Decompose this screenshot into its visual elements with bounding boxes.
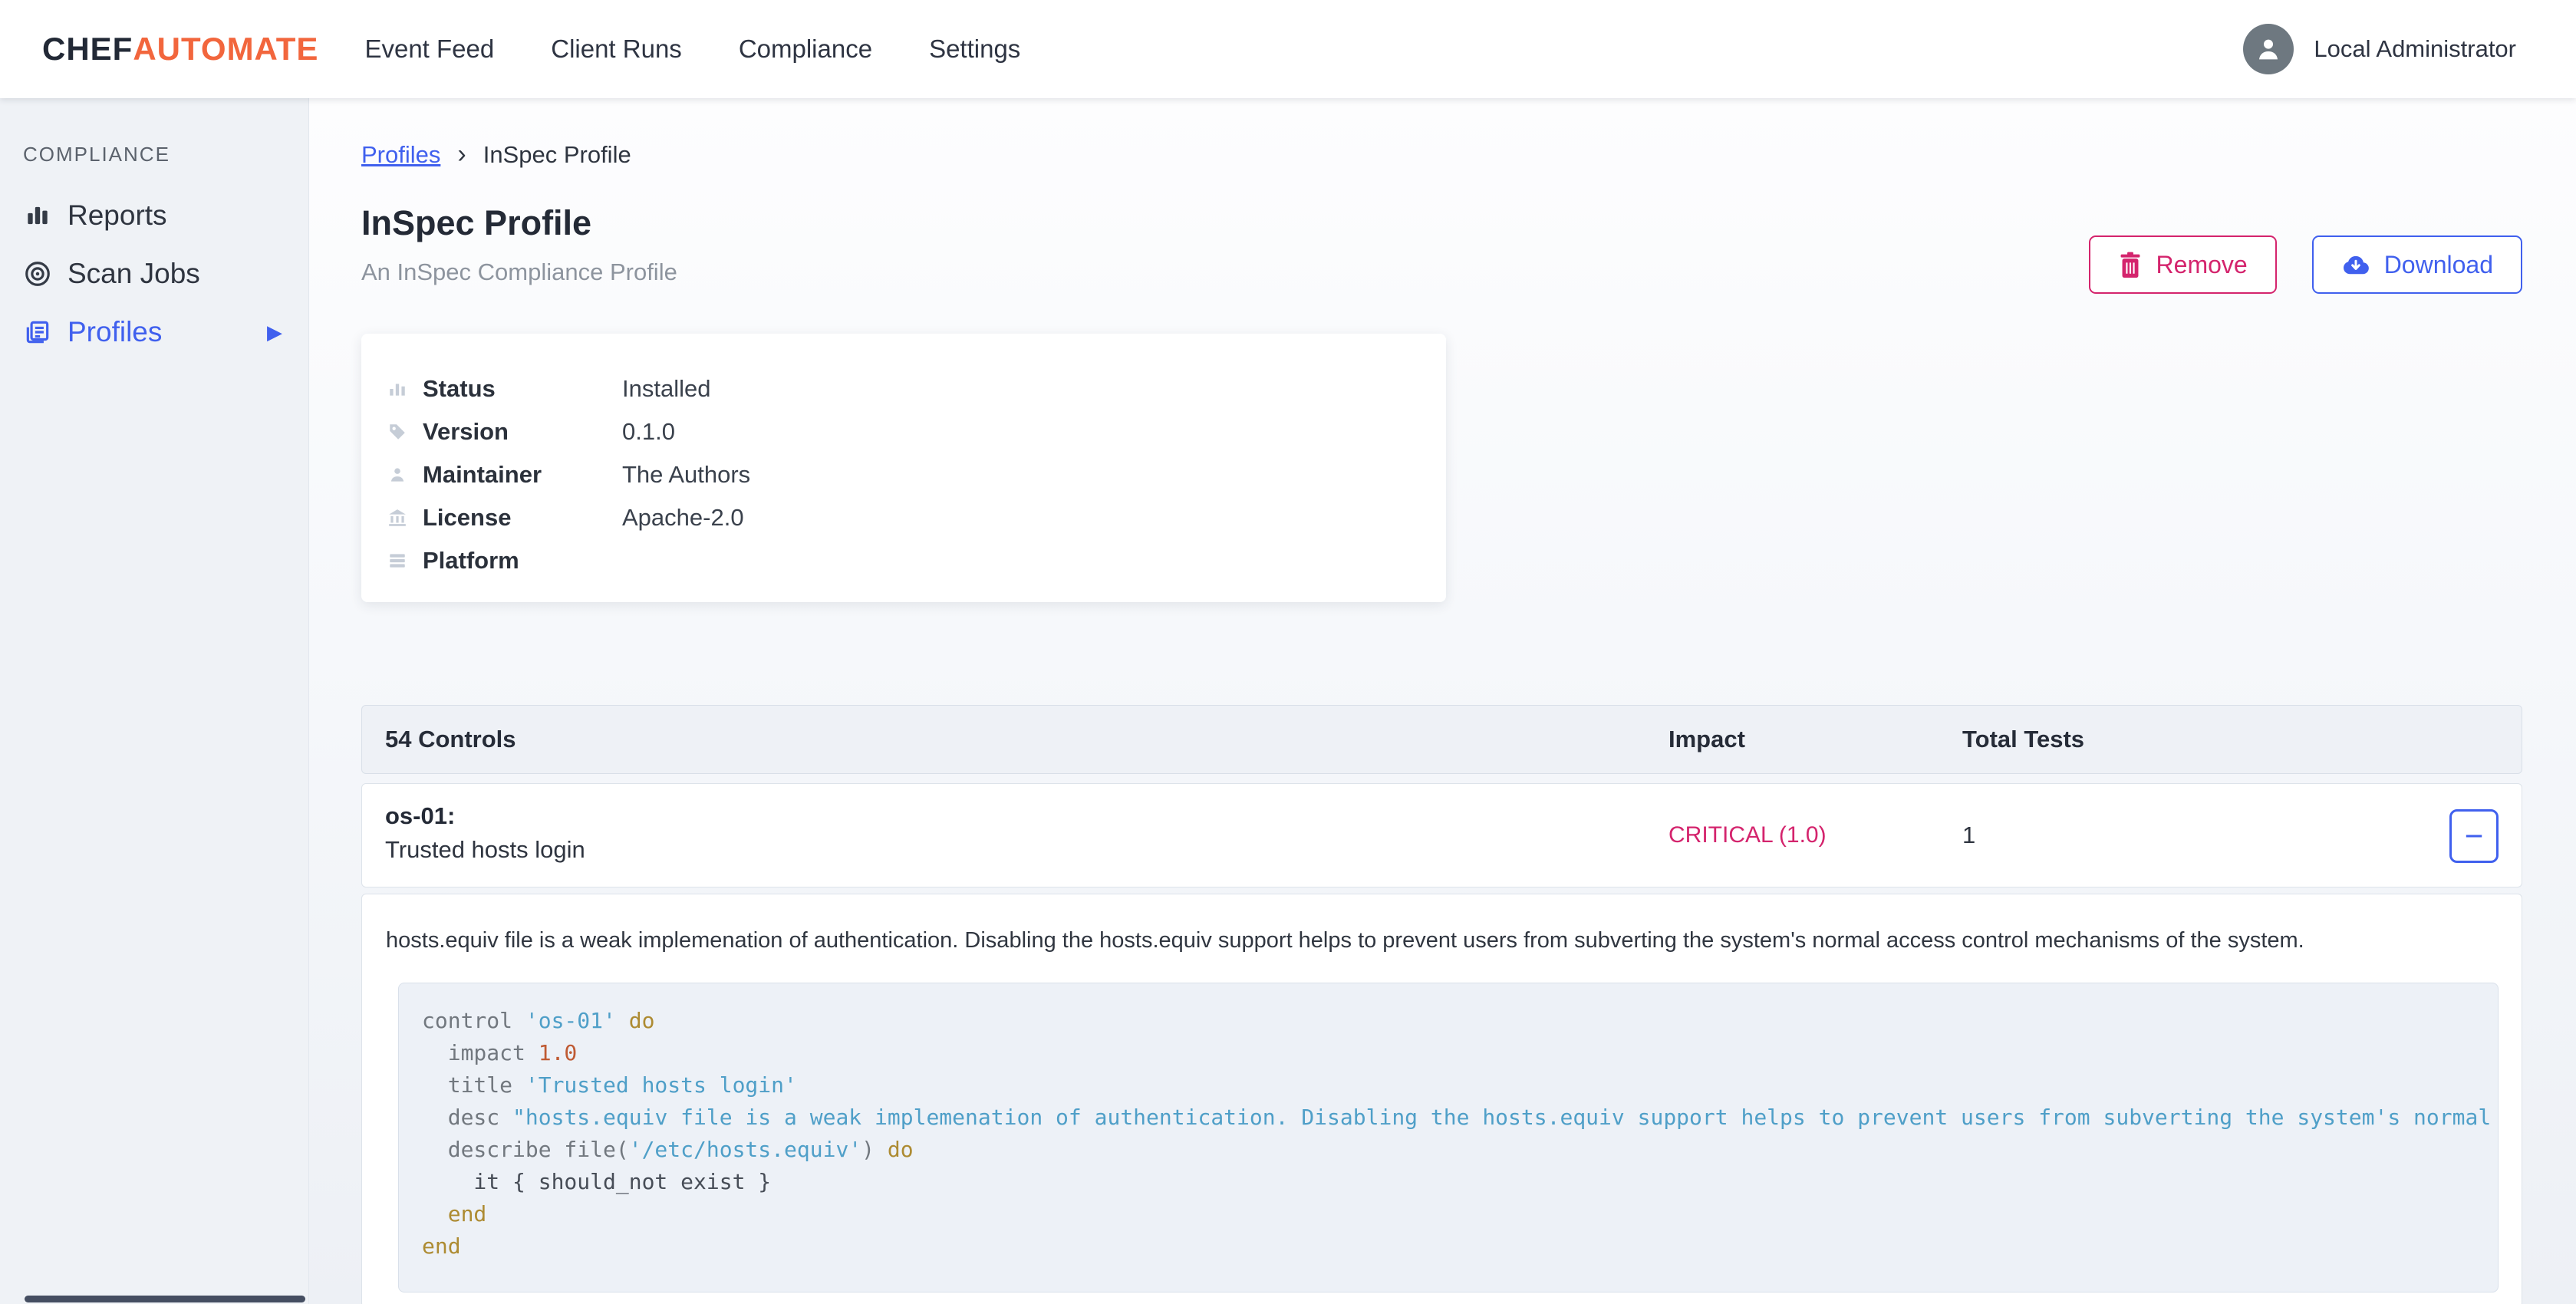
detail-label: License [423, 504, 622, 532]
control-impact-badge: CRITICAL (1.0) [1668, 822, 1827, 848]
sidebar-item-label: Profiles [68, 316, 162, 348]
detail-label: Status [423, 375, 622, 403]
minus-icon: − [2465, 818, 2484, 855]
detail-value: The Authors [622, 461, 750, 489]
bar-chart-icon [23, 201, 52, 230]
control-row-os-01[interactable]: os-01: Trusted hosts login CRITICAL (1.0… [361, 783, 2522, 887]
collapse-row-button[interactable]: − [2449, 809, 2499, 863]
sidebar-scrollbar-thumb[interactable] [25, 1296, 305, 1302]
detail-row-license: License Apache-2.0 [386, 496, 1446, 539]
nav-settings[interactable]: Settings [927, 24, 1022, 74]
code-line: end [422, 1230, 2498, 1263]
control-id: os-01: [385, 802, 455, 830]
user-avatar-icon [2243, 24, 2294, 74]
logo-chef-text: CHEF [42, 31, 133, 67]
cloud-download-icon [2341, 253, 2370, 276]
detail-value: Installed [622, 375, 710, 403]
detail-label: Version [423, 418, 622, 446]
code-line: desc "hosts.equiv file is a weak impleme… [422, 1101, 2498, 1134]
code-line: describe file('/etc/hosts.equiv') do [422, 1134, 2498, 1166]
breadcrumb-profiles-link[interactable]: Profiles [361, 141, 440, 169]
sidebar-item-profiles[interactable]: Profiles ▶ [0, 303, 308, 361]
nav-compliance[interactable]: Compliance [737, 24, 874, 74]
detail-row-status: Status Installed [386, 367, 1446, 410]
breadcrumb-current: InSpec Profile [483, 141, 631, 169]
top-navigation-bar: CHEFAUTOMATE Event Feed Client Runs Comp… [0, 0, 2576, 98]
code-line: end [422, 1198, 2498, 1230]
controls-section: 54 Controls Impact Total Tests os-01: Tr… [361, 705, 2522, 1304]
control-total-tests: 1 [1962, 822, 1975, 849]
sidebar-item-scan-jobs[interactable]: Scan Jobs [0, 245, 308, 303]
submenu-arrow-icon[interactable]: ▶ [267, 321, 282, 344]
detail-row-version: Version 0.1.0 [386, 410, 1446, 453]
documents-icon [23, 318, 52, 347]
control-source-code[interactable]: control 'os-01' do impact 1.0 title 'Tru… [398, 983, 2499, 1292]
tag-icon [386, 422, 409, 442]
profile-detail-card: Status Installed Version 0.1.0 Maintaine… [361, 334, 1446, 602]
server-list-icon [386, 551, 409, 571]
detail-row-platform: Platform [386, 539, 1446, 582]
status-bars-icon [386, 379, 409, 399]
sidebar-item-reports[interactable]: Reports [0, 186, 308, 245]
breadcrumb: Profiles › InSpec Profile [361, 140, 2522, 170]
download-button-label: Download [2384, 251, 2493, 279]
nav-event-feed[interactable]: Event Feed [363, 24, 496, 74]
download-button[interactable]: Download [2312, 235, 2522, 294]
sidebar-item-label: Reports [68, 199, 167, 232]
remove-button[interactable]: Remove [2089, 235, 2277, 294]
code-line: impact 1.0 [422, 1037, 2498, 1069]
user-menu[interactable]: Local Administrator [2243, 24, 2516, 74]
user-name: Local Administrator [2314, 35, 2516, 63]
total-tests-column-header: Total Tests [1962, 726, 2084, 753]
detail-value: 0.1.0 [622, 418, 675, 446]
detail-row-maintainer: Maintainer The Authors [386, 453, 1446, 496]
sidebar-item-label: Scan Jobs [68, 258, 200, 290]
code-line: control 'os-01' do [422, 1005, 2498, 1037]
remove-button-label: Remove [2156, 251, 2248, 279]
bank-icon [386, 508, 409, 528]
nav-client-runs[interactable]: Client Runs [549, 24, 684, 74]
detail-value: Apache-2.0 [622, 504, 744, 532]
control-description: hosts.equiv file is a weak implemenation… [386, 928, 2522, 953]
trash-icon [2118, 252, 2143, 278]
radar-icon [23, 259, 52, 288]
impact-column-header: Impact [1668, 726, 1745, 753]
detail-label: Maintainer [423, 461, 622, 489]
top-nav-links: Event Feed Client Runs Compliance Settin… [363, 24, 1022, 74]
person-icon [386, 465, 409, 485]
main-content: Profiles › InSpec Profile InSpec Profile… [309, 98, 2576, 1304]
controls-count-header: 54 Controls [385, 726, 516, 753]
sidebar-section-label: COMPLIANCE [23, 143, 308, 166]
code-line: title 'Trusted hosts login' [422, 1069, 2498, 1101]
code-line: it { should_not exist } [422, 1166, 2498, 1198]
compliance-sidebar: COMPLIANCE Reports Scan Jobs Profiles ▶ [0, 98, 309, 1304]
control-expanded-detail: hosts.equiv file is a weak implemenation… [361, 894, 2522, 1304]
detail-label: Platform [423, 547, 622, 575]
chef-automate-logo[interactable]: CHEFAUTOMATE [42, 31, 318, 68]
breadcrumb-separator-icon: › [457, 140, 466, 170]
logo-automate-text: AUTOMATE [133, 31, 318, 67]
controls-table-header: 54 Controls Impact Total Tests [361, 705, 2522, 774]
control-title: Trusted hosts login [385, 836, 585, 864]
